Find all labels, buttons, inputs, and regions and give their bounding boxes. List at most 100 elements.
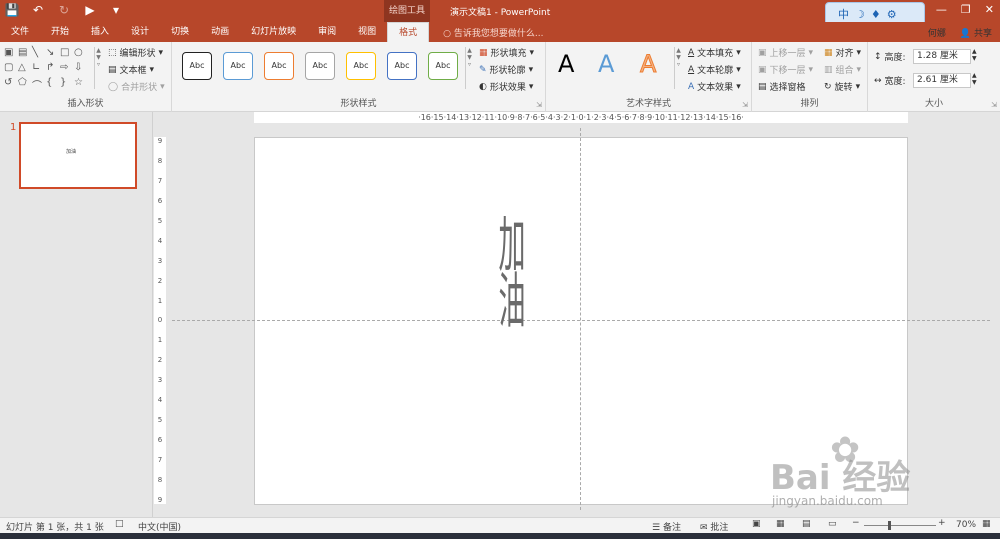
- zoom-level[interactable]: 70%: [956, 520, 976, 530]
- width-spinner[interactable]: ▲ ▼: [972, 72, 977, 86]
- rotate-button[interactable]: ↻ 旋转 ▾: [824, 80, 860, 94]
- restore-icon[interactable]: ❐: [961, 3, 971, 16]
- dialog-launcher-icon[interactable]: ⇲: [742, 101, 748, 109]
- minimize-icon[interactable]: —: [936, 3, 947, 16]
- user-name[interactable]: 何娜: [928, 26, 946, 39]
- ruler-tick: 5: [157, 216, 163, 225]
- tell-me-box[interactable]: ○ 告诉我您想要做什么...: [443, 26, 543, 39]
- tab-view[interactable]: 视图: [347, 22, 387, 42]
- shape-fill-button[interactable]: ▦ 形状填充 ▾: [479, 46, 534, 60]
- spellcheck-icon[interactable]: □: [115, 519, 124, 529]
- height-input[interactable]: 1.28 厘米: [913, 49, 971, 64]
- tab-animations[interactable]: 动画: [200, 22, 240, 42]
- redo-icon[interactable]: ↻: [56, 3, 72, 17]
- vertical-textbox-shape-icon[interactable]: ▤: [18, 47, 31, 58]
- tab-format[interactable]: 格式: [387, 22, 430, 42]
- text-outline-button[interactable]: A 文本轮廓 ▾: [688, 63, 741, 77]
- notes-button[interactable]: ☰ 备注: [652, 520, 681, 533]
- send-backward-button[interactable]: ▣ 下移一层 ▾: [758, 63, 813, 77]
- text-box-button[interactable]: ▤ 文本框 ▾: [108, 63, 154, 77]
- width-input[interactable]: 2.61 厘米: [913, 73, 971, 88]
- slide-vertical-text[interactable]: 加油: [494, 213, 526, 343]
- language-status[interactable]: 中文(中国): [138, 520, 181, 533]
- text-fill-button[interactable]: A 文本填充 ▾: [688, 46, 741, 60]
- shape-outline-button[interactable]: ✎ 形状轮廓 ▾: [479, 63, 533, 77]
- vertical-ruler[interactable]: 9 8 7 6 5 4 3 2 1 0 1 2 3 4 5 6 7 8 9: [154, 137, 166, 504]
- reading-view-icon[interactable]: ▤: [802, 519, 811, 529]
- rectangle-shape-icon[interactable]: □: [60, 47, 73, 58]
- slide-thumbnail[interactable]: 加油: [19, 122, 137, 189]
- shape-style-preset[interactable]: Abc: [305, 52, 335, 80]
- bracket-shape-icon[interactable]: }: [60, 77, 73, 92]
- curve-shape-icon[interactable]: ↺: [4, 77, 17, 92]
- customize-icon[interactable]: ▾: [108, 3, 124, 17]
- bring-forward-button[interactable]: ▣ 上移一层 ▾: [758, 46, 813, 60]
- close-icon[interactable]: ✕: [985, 3, 994, 16]
- tab-review[interactable]: 审阅: [307, 22, 347, 42]
- tab-slideshow[interactable]: 幻灯片放映: [240, 22, 307, 42]
- right-arrow-shape-icon[interactable]: ⇨: [60, 62, 73, 73]
- dialog-launcher-icon[interactable]: ⇲: [991, 101, 997, 109]
- slideshow-view-icon[interactable]: ▭: [828, 519, 837, 529]
- wordart-scroll[interactable]: ▲ ▼ ▿: [674, 47, 682, 89]
- pentagon-shape-icon[interactable]: ⬠: [18, 77, 31, 92]
- shape-effects-button[interactable]: ◐ 形状效果 ▾: [479, 80, 533, 94]
- group-button[interactable]: ▥ 组合 ▾: [824, 63, 861, 77]
- shape-style-preset[interactable]: Abc: [264, 52, 294, 80]
- tab-insert[interactable]: 插入: [80, 22, 120, 42]
- shape-styles-scroll[interactable]: ▲ ▼ ▿: [465, 47, 473, 89]
- dialog-launcher-icon[interactable]: ⇲: [536, 101, 542, 109]
- tab-file[interactable]: 文件: [0, 22, 40, 42]
- tab-home[interactable]: 开始: [40, 22, 80, 42]
- brace-shape-icon[interactable]: {: [46, 77, 59, 92]
- connector-shape-icon[interactable]: ∟: [32, 62, 45, 73]
- spin-up-icon[interactable]: ▲: [972, 48, 977, 55]
- elbow-shape-icon[interactable]: ↱: [46, 62, 59, 73]
- line-shape-icon[interactable]: ╲: [32, 47, 45, 58]
- comments-button[interactable]: ✉ 批注: [700, 520, 728, 533]
- shape-style-preset[interactable]: Abc: [223, 52, 253, 80]
- star-shape-icon[interactable]: ☆: [74, 77, 87, 92]
- rounded-rect-shape-icon[interactable]: ▢: [4, 62, 17, 73]
- slide-sorter-icon[interactable]: ▦: [776, 519, 785, 529]
- tab-transitions[interactable]: 切换: [160, 22, 200, 42]
- edit-shape-button[interactable]: ⬚ 编辑形状 ▾: [108, 46, 163, 60]
- wordart-sample-blue[interactable]: A: [598, 50, 614, 78]
- shapes-gallery-scroll[interactable]: ▲ ▼ ▿: [94, 47, 102, 89]
- triangle-shape-icon[interactable]: △: [18, 62, 31, 73]
- selection-pane-button[interactable]: ▤ 选择窗格: [758, 80, 806, 94]
- text-effects-button[interactable]: A 文本效果 ▾: [688, 80, 741, 94]
- oval-shape-icon[interactable]: ○: [74, 47, 87, 58]
- wordart-sample-black[interactable]: A: [558, 50, 574, 78]
- zoom-out-button[interactable]: −: [852, 518, 860, 528]
- shapes-gallery[interactable]: ▣ ▤ ╲ ↘ □ ○ ▢ △ ∟ ↱ ⇨ ⇩ ↺ ⬠ ⌒ { } ☆: [4, 47, 90, 92]
- arrow-line-shape-icon[interactable]: ↘: [46, 47, 59, 58]
- spin-down-icon[interactable]: ▼: [972, 79, 977, 86]
- textbox-shape-icon[interactable]: ▣: [4, 47, 17, 58]
- spin-down-icon[interactable]: ▼: [972, 55, 977, 62]
- undo-icon[interactable]: ↶: [30, 3, 46, 17]
- merge-shapes-button[interactable]: ◯ 合并形状 ▾: [108, 80, 165, 94]
- vertical-guide[interactable]: [580, 128, 581, 510]
- wordart-sample-orange[interactable]: A: [639, 50, 656, 79]
- normal-view-icon[interactable]: ▣: [752, 519, 761, 529]
- shape-style-preset[interactable]: Abc: [387, 52, 417, 80]
- height-spinner[interactable]: ▲ ▼: [972, 48, 977, 62]
- shape-style-preset[interactable]: Abc: [428, 52, 458, 80]
- zoom-slider-thumb[interactable]: [888, 521, 891, 530]
- fit-slide-icon[interactable]: ▦: [982, 519, 991, 529]
- shape-style-preset[interactable]: Abc: [182, 52, 212, 80]
- arc-shape-icon[interactable]: ⌒: [32, 77, 45, 92]
- zoom-slider-track[interactable]: [864, 525, 936, 526]
- zoom-in-button[interactable]: +: [938, 518, 946, 528]
- share-button[interactable]: 👤 共享: [960, 26, 992, 39]
- align-button[interactable]: ▦ 对齐 ▾: [824, 46, 861, 60]
- shape-style-preset[interactable]: Abc: [346, 52, 376, 80]
- tab-design[interactable]: 设计: [120, 22, 160, 42]
- down-arrow-shape-icon[interactable]: ⇩: [74, 62, 87, 73]
- horizontal-ruler[interactable]: ·16·15·14·13·12·11·10·9·8·7·6·5·4·3·2·1·…: [254, 112, 908, 123]
- horizontal-guide[interactable]: [172, 320, 990, 321]
- start-from-beginning-icon[interactable]: ▶: [82, 3, 98, 17]
- spin-up-icon[interactable]: ▲: [972, 72, 977, 79]
- save-icon[interactable]: 💾: [4, 3, 20, 17]
